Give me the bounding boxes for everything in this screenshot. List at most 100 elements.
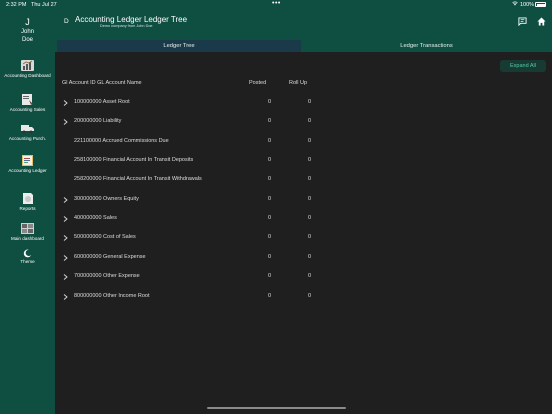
- battery-icon: [535, 2, 546, 7]
- sidebar-item-reports[interactable]: Reports: [0, 192, 55, 212]
- ledger-account-name: 700000000 Other Expense: [74, 273, 140, 280]
- ledger-posted-value: 0: [267, 234, 271, 241]
- ledger-row[interactable]: 800000000 Other Income Root 0 0: [55, 289, 552, 308]
- tab-ledger-tree[interactable]: Ledger Tree: [57, 40, 301, 52]
- sidebar: J John Doe Accounting Dashboard Accounti…: [0, 9, 55, 414]
- ledger-row[interactable]: 200000000 Liability 0 0: [55, 114, 552, 133]
- ledger-rollup-value: 0: [307, 234, 311, 241]
- sidebar-item-accounting-purchases[interactable]: Accounting Purch.: [0, 122, 55, 142]
- ledger-posted-value: 0: [267, 137, 271, 144]
- ledger-rollup-value: 0: [307, 195, 311, 202]
- sales-icon: [22, 94, 33, 105]
- ledger-posted-value: 0: [267, 118, 271, 125]
- tab-ledger-transactions[interactable]: Ledger Transactions: [303, 40, 550, 52]
- sidebar-item-accounting-ledger[interactable]: Accounting Ledger: [0, 154, 55, 174]
- sidebar-item-accounting-dashboard[interactable]: Accounting Dashboard: [0, 59, 55, 79]
- ledger-rollup-value: 0: [307, 99, 311, 105]
- sidebar-item-label: Accounting Purch.: [8, 136, 47, 141]
- ledger-account-name: 500000000 Cost of Sales: [74, 234, 136, 241]
- ledger-account-name: 100000000 Asset Root: [74, 99, 130, 105]
- battery-percent: 100%: [520, 1, 535, 8]
- purchase-truck-icon: [21, 125, 34, 134]
- ledger-row[interactable]: 600000000 General Expense 0 0: [55, 250, 552, 269]
- page-header: D Accounting Ledger Ledger Tree Demo com…: [55, 9, 552, 39]
- ledger-row[interactable]: 221100000 Accrued Commissions Due 0 0: [55, 134, 552, 153]
- ledger-account-name: 400000000 Sales: [74, 215, 117, 222]
- sidebar-item-label: Reports: [19, 206, 36, 211]
- sidebar-item-accounting-sales[interactable]: Accounting Sales: [0, 93, 55, 113]
- column-header-id-name: Gl Account ID GL Account Name: [62, 80, 142, 86]
- chat-icon[interactable]: [518, 17, 527, 26]
- ledger-rollup-value: 0: [307, 157, 311, 164]
- ledger-row[interactable]: 700000000 Other Expense 0 0: [55, 269, 552, 288]
- ledger-tree-panel: Expand All Gl Account ID GL Account Name…: [55, 52, 552, 414]
- theme-moon-icon: [23, 249, 32, 258]
- ledger-posted-value: 0: [267, 292, 271, 299]
- chevron-right-icon[interactable]: [63, 235, 68, 242]
- chevron-right-icon[interactable]: [63, 100, 68, 106]
- main-dashboard-icon: [21, 223, 34, 234]
- status-time: 2:32 PM: [6, 1, 27, 8]
- ledger-rollup-value: 0: [307, 215, 311, 222]
- sidebar-item-label: Accounting Dashboard: [4, 73, 51, 78]
- expand-all-button[interactable]: Expand All: [500, 60, 546, 72]
- ledger-rollup-value: 0: [307, 273, 311, 280]
- ledger-posted-value: 0: [267, 157, 271, 164]
- ledger-account-name: 221100000 Accrued Commissions Due: [74, 137, 169, 144]
- page-title: Accounting Ledger Ledger Tree: [75, 15, 188, 24]
- user-initial[interactable]: J: [0, 17, 55, 27]
- page-subtitle: Demo company from John Doe: [100, 24, 153, 28]
- ledger-rollup-value: 0: [307, 292, 311, 299]
- ledger-account-name: 800000000 Other Income Root: [74, 292, 150, 299]
- wifi-icon: [512, 1, 518, 6]
- chevron-right-icon[interactable]: [63, 274, 68, 280]
- chevron-right-icon[interactable]: [63, 254, 68, 261]
- ledger-row[interactable]: 258100000 Financial Account In Transit D…: [55, 153, 552, 172]
- chevron-right-icon[interactable]: [63, 119, 68, 126]
- chevron-right-icon[interactable]: [63, 216, 68, 222]
- reports-icon: [23, 193, 33, 204]
- column-header-rollup: Roll Up: [289, 80, 308, 86]
- multitask-dots[interactable]: •••: [272, 0, 281, 7]
- ledger-posted-value: 0: [267, 215, 271, 222]
- ledger-rollup-value: 0: [307, 253, 311, 260]
- ledger-row[interactable]: 100000000 Asset Root 0 0: [55, 95, 552, 114]
- ledger-posted-value: 0: [267, 176, 271, 183]
- dashboard-icon: [21, 60, 34, 71]
- app-root: 2:32 PM Thu Jul 27 ••• 100% J John Doe A…: [0, 0, 552, 414]
- ledger-posted-value: 0: [267, 195, 271, 202]
- ledger-rollup-value: 0: [307, 176, 311, 183]
- sidebar-item-label: Accounting Sales: [9, 107, 46, 112]
- user-last-name: Doe: [21, 37, 33, 43]
- tab-bar: Ledger Tree Ledger Transactions: [55, 39, 552, 52]
- column-header-posted: Posted: [249, 80, 267, 86]
- chevron-right-icon[interactable]: [63, 196, 68, 203]
- sidebar-item-label: Accounting Ledger: [8, 168, 47, 173]
- ledger-posted-value: 0: [267, 99, 271, 105]
- ledger-icon: [22, 155, 33, 166]
- ledger-row[interactable]: 400000000 Sales 0 0: [55, 211, 552, 230]
- home-icon[interactable]: [537, 17, 546, 26]
- sidebar-item-theme[interactable]: Theme: [0, 249, 55, 265]
- chevron-right-icon[interactable]: [63, 293, 68, 300]
- ledger-row[interactable]: 500000000 Cost of Sales 0 0: [55, 230, 552, 249]
- ledger-row[interactable]: 258200000 Financial Account In Transit W…: [55, 172, 552, 191]
- sidebar-item-label: Theme: [20, 259, 35, 264]
- ledger-account-name: 258100000 Financial Account In Transit D…: [74, 157, 194, 164]
- ledger-account-name: 200000000 Liability: [74, 118, 122, 125]
- ledger-row[interactable]: 300000000 Owners Equity 0 0: [55, 192, 552, 211]
- ledger-account-name: 258200000 Financial Account In Transit W…: [74, 176, 202, 183]
- ledger-rollup-value: 0: [307, 118, 311, 125]
- sidebar-item-label: Main dashboard: [11, 236, 44, 241]
- ledger-posted-value: 0: [267, 253, 271, 260]
- ledger-account-name: 600000000 General Expense: [74, 253, 146, 260]
- ledger-rollup-value: 0: [307, 137, 311, 144]
- sidebar-item-main-dashboard[interactable]: Main dashboard: [0, 222, 55, 242]
- ledger-posted-value: 0: [267, 273, 271, 280]
- ledger-account-name: 300000000 Owners Equity: [74, 195, 139, 202]
- home-indicator[interactable]: [207, 407, 346, 409]
- user-first-name: John: [20, 29, 34, 35]
- back-company-button[interactable]: D: [64, 18, 69, 25]
- status-date: Thu Jul 27: [31, 1, 57, 8]
- status-bar: 2:32 PM Thu Jul 27 ••• 100%: [0, 0, 552, 9]
